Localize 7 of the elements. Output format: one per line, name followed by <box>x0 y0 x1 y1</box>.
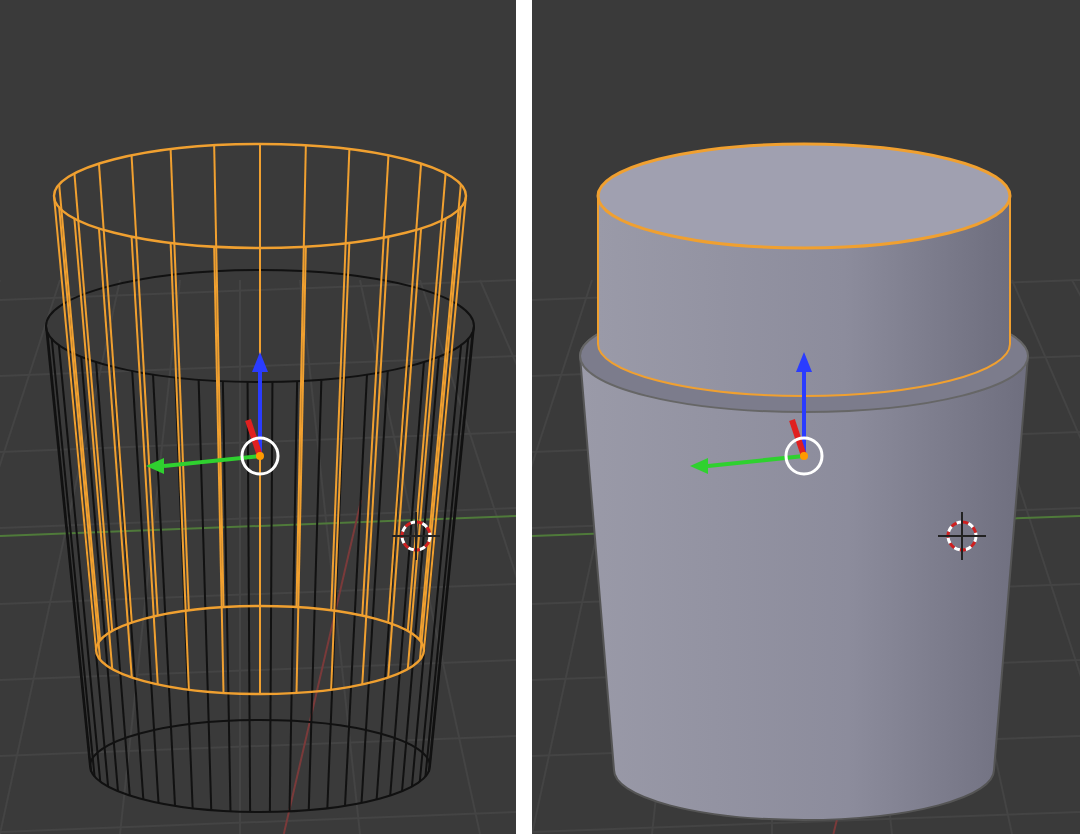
viewport[interactable] <box>0 0 516 834</box>
transform-gizmo-drawing[interactable] <box>146 352 280 476</box>
wireframe-cylinder-drawing[interactable] <box>52 142 468 696</box>
3d-cursor-icon <box>391 511 441 561</box>
upper-cylinder-drawing[interactable] <box>596 142 1012 397</box>
3d-cursor-icon <box>937 511 987 561</box>
viewport[interactable] <box>532 0 1080 834</box>
